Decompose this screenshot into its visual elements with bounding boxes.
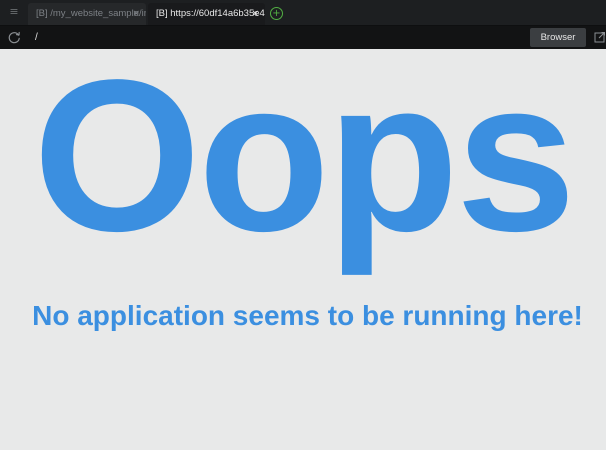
- tab-preview-url[interactable]: [B] https://60df14a6b35e4 ×: [148, 3, 265, 25]
- tab-website-sample[interactable]: [B] /my_website_sample/in ×: [28, 3, 146, 25]
- close-icon[interactable]: ×: [132, 3, 140, 25]
- plus-circle-icon[interactable]: +: [270, 7, 283, 20]
- tab-bar: ≡ [B] /my_website_sample/in × [B] https:…: [0, 0, 606, 26]
- menu-icon[interactable]: ≡: [8, 6, 20, 18]
- close-icon[interactable]: ×: [251, 3, 259, 25]
- tab-label: [B] /my_website_sample/in: [36, 8, 146, 19]
- refresh-icon[interactable]: [8, 31, 21, 44]
- tab-label: [B] https://60df14a6b35e4: [156, 8, 265, 19]
- preview-window: ≡ [B] /my_website_sample/in × [B] https:…: [0, 0, 606, 450]
- error-message: No application seems to be running here!: [32, 300, 583, 331]
- error-heading: Oops: [32, 34, 576, 276]
- popout-icon[interactable]: [594, 31, 606, 43]
